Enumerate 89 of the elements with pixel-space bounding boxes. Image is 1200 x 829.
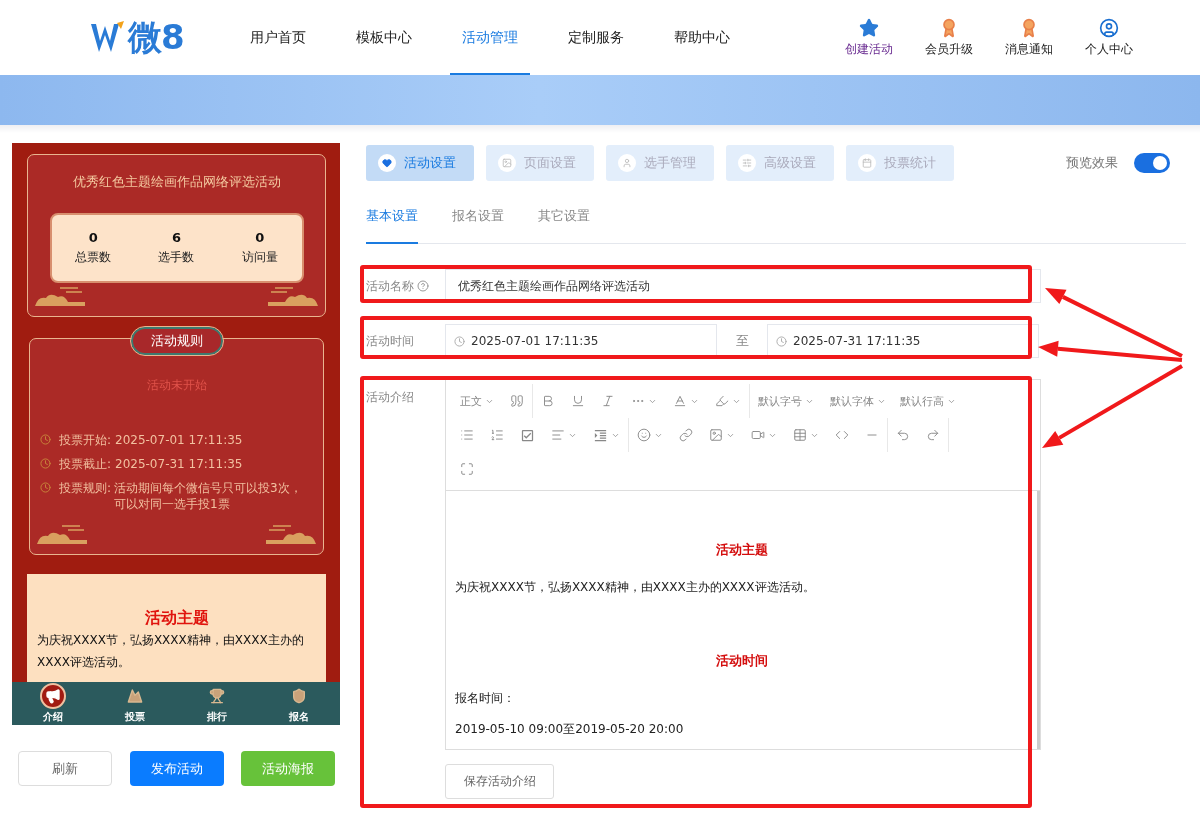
bold-icon xyxy=(541,394,555,408)
indent-icon xyxy=(593,427,608,443)
stat-label: 选手数 xyxy=(158,249,195,266)
bullet-list-icon xyxy=(460,428,474,442)
code-icon xyxy=(835,428,849,442)
checkbox-icon xyxy=(520,427,535,443)
stat-value: 6 xyxy=(171,230,181,245)
field-label: 活动介绍 xyxy=(366,389,415,406)
rule-value: 2025-07-31 17:11:35 xyxy=(115,456,244,472)
range-separator: 至 xyxy=(734,332,750,350)
logo-text: 微8 xyxy=(128,15,184,59)
rule-label: 投票规则: xyxy=(59,480,113,496)
calendar-icon xyxy=(862,158,872,168)
clock-icon xyxy=(40,458,51,469)
image-icon xyxy=(709,428,723,442)
header-action[interactable]: 创建活动 xyxy=(838,17,900,58)
bottom-nav-item[interactable]: 投票 xyxy=(122,683,148,724)
publish-button[interactable]: 发布活动 xyxy=(129,751,224,786)
video-icon xyxy=(751,428,765,442)
start-date-field[interactable]: 2025-07-01 17:11:35 xyxy=(445,324,717,358)
stat-value: 0 xyxy=(88,230,98,245)
stat-label: 访问量 xyxy=(241,249,278,266)
name-field[interactable]: 优秀红色主题绘画作品网络评选活动 xyxy=(445,269,1041,303)
rule-label: 投票开始: xyxy=(59,432,113,448)
content-paragraph: 为庆祝XXXX节，弘扬XXXX精神，由XXXX主办的XXXX评选活动。 xyxy=(455,579,816,596)
preview-title: 优秀红色主题绘画作品网络评选活动 xyxy=(72,173,281,191)
quote-icon xyxy=(510,394,524,408)
sub-tab[interactable]: 报名设置 xyxy=(452,207,504,244)
user-icon xyxy=(622,158,632,168)
field-label: 活动时间 xyxy=(366,332,415,350)
preview-switch[interactable] xyxy=(1134,153,1170,173)
underline-icon xyxy=(571,394,585,408)
clock-icon xyxy=(454,335,465,347)
heart-icon xyxy=(382,158,392,168)
bottom-nav-item[interactable]: 报名 xyxy=(286,683,312,724)
stat-value: 0 xyxy=(255,230,265,245)
field-label: 活动名称 xyxy=(366,277,414,295)
image-icon xyxy=(502,158,512,168)
toolbar-select[interactable]: 默认字号 xyxy=(750,384,822,418)
redo-icon xyxy=(926,428,940,442)
numbered-list-icon xyxy=(490,428,504,442)
sub-tab[interactable]: 基本设置 xyxy=(366,207,418,244)
nav-item[interactable]: 帮助中心 xyxy=(662,0,742,75)
shield-icon xyxy=(291,688,307,704)
clock-icon xyxy=(776,335,787,347)
sub-tab[interactable]: 其它设置 xyxy=(538,207,590,244)
end-date-field[interactable]: 2025-07-31 17:11:35 xyxy=(767,324,1039,358)
star-icon xyxy=(859,17,879,38)
header-action[interactable]: 会员升级 xyxy=(918,17,980,58)
clock-icon xyxy=(40,434,51,445)
align-left-icon xyxy=(551,428,565,442)
bottom-nav-item[interactable]: 排行 xyxy=(204,683,230,724)
emoji-icon xyxy=(637,428,651,442)
intro-title: 活动主题 xyxy=(144,608,209,629)
rules-badge: 活动规则 xyxy=(130,327,223,355)
fullscreen-icon xyxy=(460,462,474,476)
stat-label: 总票数 xyxy=(75,249,112,266)
toggle-label: 预览效果 xyxy=(1066,154,1118,172)
font-color-icon xyxy=(673,394,687,408)
rule-value: 活动期间每个微信号只可以投3次，可以对同一选手投1票 xyxy=(114,480,303,512)
link-icon xyxy=(679,428,693,442)
mountain-icon xyxy=(127,688,143,704)
sliders-icon xyxy=(742,158,752,168)
content-heading: 活动时间 xyxy=(715,652,769,670)
rule-label: 投票截止: xyxy=(59,456,113,472)
table-icon xyxy=(793,428,807,442)
header-action[interactable]: 个人中心 xyxy=(1078,17,1140,58)
user-icon xyxy=(1099,17,1119,38)
undo-icon xyxy=(896,428,910,442)
toolbar-select[interactable]: 默认行高 xyxy=(894,384,962,418)
rule-value: 2025-07-01 17:11:35 xyxy=(115,432,244,448)
toolbar-select[interactable]: 正文 xyxy=(452,384,502,418)
toolbar-select[interactable]: 默认字体 xyxy=(822,384,894,418)
highlighter-icon xyxy=(715,394,729,408)
intro-text: 为庆祝XXXX节，弘扬XXXX精神，由XXXX主办的XXXX评选活动。 xyxy=(37,632,305,671)
save-intro-button[interactable]: 保存活动介绍 xyxy=(445,764,554,799)
content-paragraph: 报名时间： xyxy=(455,690,516,707)
refresh-button[interactable]: 刷新 xyxy=(18,751,112,786)
megaphone-icon xyxy=(45,688,61,704)
trophy-icon xyxy=(209,688,225,704)
header-action[interactable]: 消息通知 xyxy=(998,17,1060,58)
nav-item[interactable]: 模板中心 xyxy=(344,0,424,75)
italic-icon xyxy=(601,394,615,408)
nav-item[interactable]: 定制服务 xyxy=(556,0,636,75)
nav-item[interactable]: 用户首页 xyxy=(238,0,318,75)
content-heading: 活动主题 xyxy=(715,541,769,559)
help-icon xyxy=(417,280,429,292)
content-paragraph: 2019-05-10 09:00至2019-05-20 20:00 xyxy=(455,721,685,738)
editor-content[interactable]: 活动主题 为庆祝XXXX节，弘扬XXXX精神，由XXXX主办的XXXX评选活动。 活动时间 报名时间： 2019-05-10 09:00至2019-05-20 20:00 xyxy=(446,491,1040,749)
